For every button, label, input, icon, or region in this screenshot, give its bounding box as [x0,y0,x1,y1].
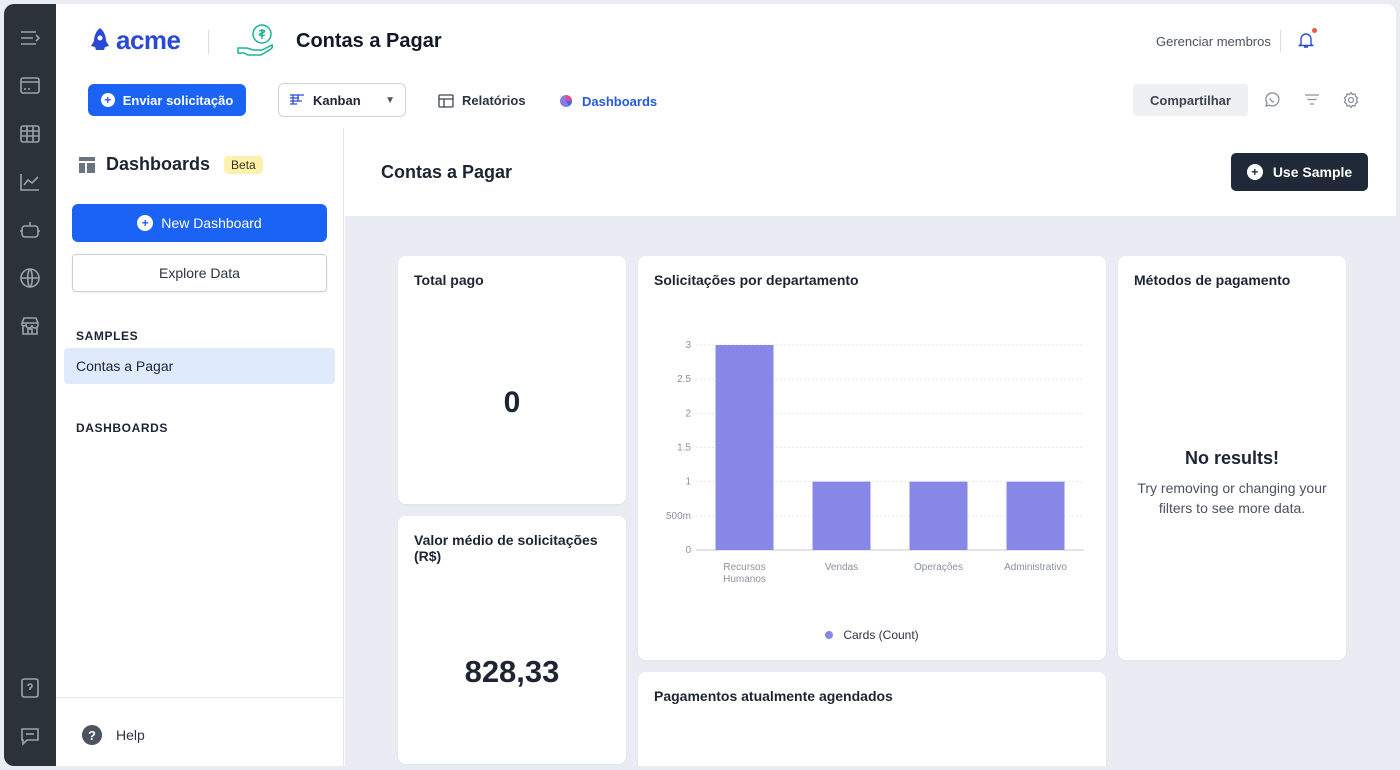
nav-reports-label: Relatórios [462,93,526,108]
notification-dot [1312,28,1317,33]
rocket-icon [91,28,109,50]
card-scheduled-payments[interactable]: Pagamentos atualmente agendados [638,672,1106,766]
dashboards-sidebar: Dashboards Beta + New Dashboard Explore … [56,128,344,766]
y-tick-label: 500m [666,511,691,522]
bar-chart: 0 500m 1 1.5 2 2.5 3 RecursosHumanos Vendas Opera… [666,340,1084,585]
bell-icon[interactable] [1296,30,1316,50]
app-rail [4,4,56,766]
plus-icon: + [100,93,115,107]
use-sample-button[interactable]: + Use Sample [1231,153,1368,191]
sidebar-header: Dashboards Beta [78,154,263,175]
sidebar-title: Dashboards [106,154,211,174]
y-tick-label: 3 [685,340,691,351]
bar[interactable] [812,481,871,550]
bar[interactable] [715,345,774,550]
new-dashboard-label: New Dashboard [161,215,262,231]
chart-line-icon[interactable] [18,170,42,194]
dashboard-title: Contas a Pagar [381,162,513,182]
nav-dashboards[interactable]: Dashboards [558,93,657,109]
samples-heading: SAMPLES [76,329,139,343]
acme-logo[interactable]: acme [88,24,181,56]
app-window: acme Contas a Pagar Gerenciar membros + … [56,4,1396,766]
x-tick-label: Administrativo [1004,562,1067,573]
header-divider [1280,30,1281,52]
whatsapp-icon[interactable] [1263,91,1281,109]
table-icon[interactable] [18,122,42,146]
logo-text: acme [116,24,181,55]
use-sample-label: Use Sample [1272,164,1353,180]
help-label: Help [116,727,145,743]
card-requests-by-department[interactable]: Solicitações por departamento 0 500m 1 1.5 2… [638,256,1106,660]
new-dashboard-button[interactable]: + New Dashboard [72,204,327,242]
store-icon[interactable] [18,314,42,338]
card-total-paid[interactable]: Total pago 0 [398,256,626,504]
y-tick-label: 1 [685,477,691,488]
dashboard-icon [560,95,572,107]
card-average-value[interactable]: Valor médio de solicitações (R$) 828,33 [398,516,626,764]
metric-value: 828,33 [464,654,560,689]
chat-icon[interactable] [18,724,42,748]
x-tick-label: Operações [914,562,963,573]
help-link[interactable]: ? Help [82,725,145,745]
empty-state-title: No results! [1184,448,1280,468]
metric-value: 0 [503,386,521,419]
layout-icon [79,156,95,173]
y-tick-label: 0 [685,545,691,556]
plus-icon: + [137,215,154,231]
manage-members-link[interactable]: Gerenciar membros [1156,34,1271,49]
y-tick-label: 1.5 [677,443,691,454]
beta-badge: Beta [224,155,263,174]
card-title: Métodos de pagamento [1134,272,1291,288]
y-tick-label: 2 [685,408,691,419]
dashboards-heading: DASHBOARDS [76,421,169,435]
x-tick-label: Humanos [723,574,766,585]
sidebar-divider [56,697,343,698]
menu-collapse-icon[interactable] [18,26,42,50]
robot-icon[interactable] [18,218,42,242]
bar[interactable] [909,481,968,550]
view-select[interactable]: Kanban ▼ [278,83,406,117]
sidebar-item-contas-a-pagar[interactable]: Contas a Pagar [64,348,335,384]
gear-icon[interactable] [1342,91,1360,109]
question-icon: ? [82,725,102,745]
share-button[interactable]: Compartilhar [1133,84,1248,116]
card-title: Pagamentos atualmente agendados [654,688,893,704]
dashboard-header: Contas a Pagar + Use Sample [345,128,1396,216]
table-icon [438,93,454,108]
globe-icon[interactable] [18,266,42,290]
legend-swatch [825,631,834,639]
legend-label: Cards (Count) [843,628,919,642]
page-title: Contas a Pagar [296,30,442,52]
chart-legend[interactable]: Cards (Count) [638,628,1106,642]
y-tick-label: 2.5 [677,374,691,385]
chevron-down-icon: ▼ [385,94,395,106]
money-hand-icon [236,22,276,60]
send-request-button[interactable]: + Enviar solicitação [88,84,246,116]
card-payment-methods[interactable]: Métodos de pagamento No results! Try rem… [1118,256,1346,660]
dashboard-canvas: Total pago 0 Valor médio de solicitações… [345,216,1396,766]
view-select-value: Kanban [313,92,361,108]
nav-dashboards-label: Dashboards [582,93,658,109]
send-request-label: Enviar solicitação [122,92,234,108]
card-title: Total pago [414,272,484,288]
header-divider [208,30,209,54]
bar[interactable] [1006,481,1065,550]
inbox-icon[interactable] [18,74,42,98]
x-tick-label: Recursos [723,562,765,573]
x-tick-label: Vendas [825,562,858,573]
nav-reports[interactable]: Relatórios [438,93,526,108]
explore-data-button[interactable]: Explore Data [72,254,327,292]
kanban-icon [290,94,304,105]
plus-icon: + [1246,164,1263,180]
card-title: Valor médio de solicitações (R$) [414,532,598,564]
help-doc-icon[interactable] [18,676,42,700]
filter-icon[interactable] [1303,91,1321,109]
empty-state-text: Try removing or changing your filters to… [1137,480,1327,516]
